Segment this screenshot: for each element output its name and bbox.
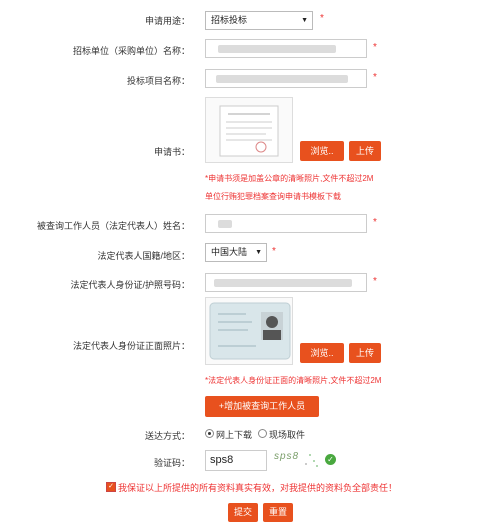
declaration-checkbox[interactable]: ✓ bbox=[106, 482, 116, 492]
captcha-label: 验证码： bbox=[153, 458, 190, 468]
id-photo-preview bbox=[205, 297, 293, 365]
declaration-text: 我保证以上所提供的所有资料真实有效，对我提供的资料负全部责任！ bbox=[118, 483, 398, 493]
required-mark: * bbox=[373, 217, 377, 228]
letter-preview bbox=[205, 97, 293, 163]
document-thumbnail bbox=[219, 105, 279, 157]
project-input[interactable] bbox=[205, 69, 367, 88]
nationality-select-value: 中国大陆 bbox=[211, 247, 248, 257]
person-name-input[interactable] bbox=[205, 214, 367, 233]
letter-hint: *申请书须是加盖公章的清晰照片,文件不超过2M bbox=[205, 174, 374, 183]
tender-unit-label: 招标单位（采购单位）名称： bbox=[72, 46, 190, 56]
delivery-online-label: 网上下载 bbox=[216, 430, 253, 440]
nationality-label: 法定代表人国籍/地区： bbox=[97, 251, 190, 261]
captcha-input-value: sps8 bbox=[210, 454, 234, 466]
id-photo-hint: *法定代表人身份证正面的清晰照片,文件不超过2M bbox=[205, 376, 382, 385]
required-mark: * bbox=[320, 13, 324, 24]
required-mark: * bbox=[373, 72, 377, 83]
id-number-label: 法定代表人身份证/护照号码： bbox=[70, 280, 190, 290]
required-mark: * bbox=[272, 246, 276, 257]
reset-button[interactable]: 重置 bbox=[263, 503, 293, 522]
required-mark: * bbox=[373, 42, 377, 53]
letter-label: 申请书： bbox=[153, 147, 190, 157]
purpose-label: 申请用途： bbox=[144, 16, 190, 26]
nationality-select[interactable]: 中国大陆 ▼ bbox=[205, 243, 267, 262]
blurred-text bbox=[218, 220, 232, 228]
id-card-thumbnail bbox=[209, 302, 291, 360]
person-label: 被查询工作人员（法定代表人）姓名： bbox=[36, 221, 190, 231]
delivery-label: 送达方式： bbox=[144, 431, 190, 441]
delivery-online-radio[interactable] bbox=[205, 429, 214, 438]
purpose-select[interactable]: 招标投标 ▼ bbox=[205, 11, 313, 30]
captcha-image[interactable]: sps8 bbox=[272, 449, 322, 471]
chevron-down-icon: ▼ bbox=[255, 249, 262, 256]
chevron-down-icon: ▼ bbox=[301, 17, 308, 24]
letter-template-link[interactable]: 单位行贿犯罪档案查询申请书模板下载 bbox=[205, 191, 341, 202]
id-photo-label: 法定代表人身份证正面照片： bbox=[72, 341, 190, 351]
delivery-onsite-radio[interactable] bbox=[258, 429, 267, 438]
tender-unit-input[interactable] bbox=[205, 39, 367, 58]
required-mark: * bbox=[373, 276, 377, 287]
letter-browse-button[interactable]: 浏览.. bbox=[300, 141, 344, 161]
add-person-button[interactable]: +增加被查询工作人员 bbox=[205, 396, 319, 417]
id-photo-upload-button[interactable]: 上传 bbox=[349, 343, 381, 363]
id-number-input[interactable] bbox=[205, 273, 367, 292]
blurred-text bbox=[216, 75, 348, 83]
check-icon: ✓ bbox=[325, 454, 336, 465]
blurred-text bbox=[218, 45, 336, 53]
purpose-select-value: 招标投标 bbox=[211, 15, 248, 25]
id-photo-browse-button[interactable]: 浏览.. bbox=[300, 343, 344, 363]
captcha-input[interactable]: sps8 bbox=[205, 450, 267, 471]
letter-upload-button[interactable]: 上传 bbox=[349, 141, 381, 161]
delivery-onsite-label: 现场取件 bbox=[269, 430, 306, 440]
project-label: 投标项目名称： bbox=[126, 76, 190, 86]
blurred-text bbox=[214, 279, 352, 287]
captcha-noise bbox=[305, 454, 318, 467]
submit-button[interactable]: 提交 bbox=[228, 503, 258, 522]
